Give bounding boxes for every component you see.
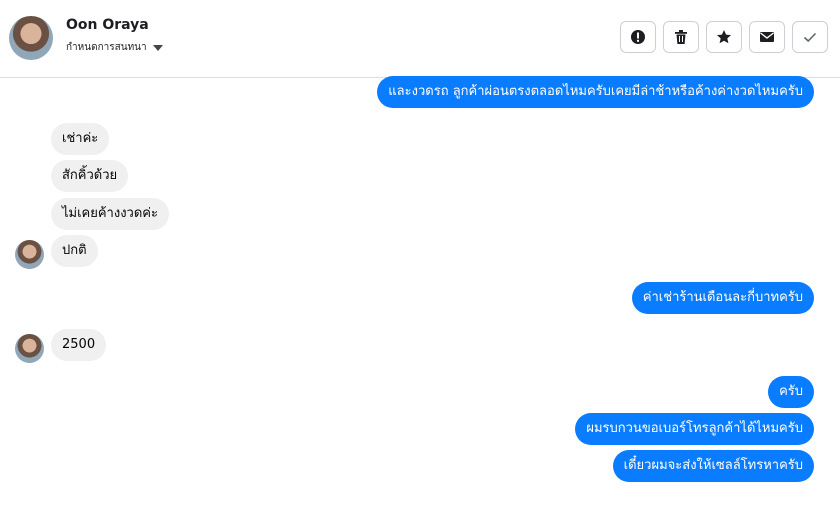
message-bubble-incoming[interactable]: ไม่เคยค้างงวดค่ะ [51,198,169,230]
message-bubble-incoming[interactable]: สักคิ้วด้วย [51,160,129,192]
report-button[interactable] [620,21,656,53]
message-bubble-outgoing[interactable]: ผมรบกวนขอเบอร์โทรลูกค้าได้ไหมครับ [575,413,814,445]
contact-name[interactable]: Oon Oraya [66,17,149,33]
mail-icon [760,32,774,42]
message-bubble-incoming[interactable]: เช่าค่ะ [51,123,110,155]
message-bubble-incoming[interactable]: 2500 [51,329,107,361]
check-icon [803,32,817,43]
message-bubble-incoming[interactable]: ปกติ [51,235,98,267]
message-bubble-outgoing[interactable]: ครับ [768,376,814,408]
message-bubble-outgoing[interactable]: ค่าเช่าร้านเดือนละกี่บาทครับ [631,282,814,314]
message-bubble-outgoing[interactable]: เดี๋ยวผมจะส่งให้เซลล์โทรหาครับ [612,450,814,482]
message-bubble-outgoing[interactable]: และงวดรถ ลูกค้าผ่อนตรงตลอดไหมครับเคยมีล่… [377,76,814,108]
contact-avatar-small [15,240,44,269]
caret-down-icon [152,44,163,51]
star-icon [717,30,731,44]
trash-icon [675,30,687,44]
delete-button[interactable] [663,21,699,53]
alert-icon [631,30,645,44]
star-button[interactable] [706,21,742,53]
contact-avatar-small [15,334,44,363]
subtitle-label: กำหนดการสนทนา [66,42,147,53]
conversation-settings-dropdown[interactable]: กำหนดการสนทนา [66,40,163,55]
mark-unread-button[interactable] [749,21,785,53]
conversation-header: Oon Oraya กำหนดการสนทนา [0,0,840,78]
contact-avatar[interactable] [9,16,53,60]
done-button[interactable] [792,21,828,53]
